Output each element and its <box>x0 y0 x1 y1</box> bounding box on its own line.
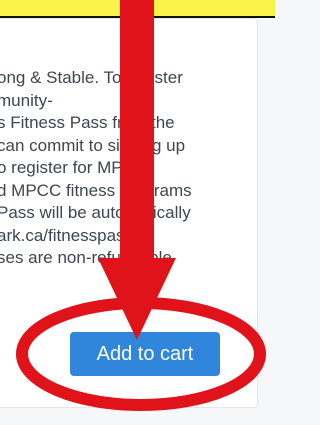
description-line: s Fitness Pass from the <box>0 113 175 132</box>
description-line: ong & Stable. To register <box>0 68 183 87</box>
description-line: can commit to signing up <box>0 135 186 155</box>
description-line: o register for MPCC <box>0 158 148 177</box>
description-line: munity- <box>0 90 53 110</box>
product-description: ong & Stable. To register munity-s Fitnes… <box>0 67 257 270</box>
description-line: ark.ca/fitnesspass. <box>0 225 138 245</box>
description-line: Pass will be automatically <box>0 203 191 222</box>
description-line: d MPCC fitness programs <box>0 180 192 200</box>
top-banner <box>0 0 275 18</box>
description-line: ses are non-refundable <box>0 248 172 267</box>
add-to-cart-button[interactable]: Add to cart <box>70 332 220 376</box>
